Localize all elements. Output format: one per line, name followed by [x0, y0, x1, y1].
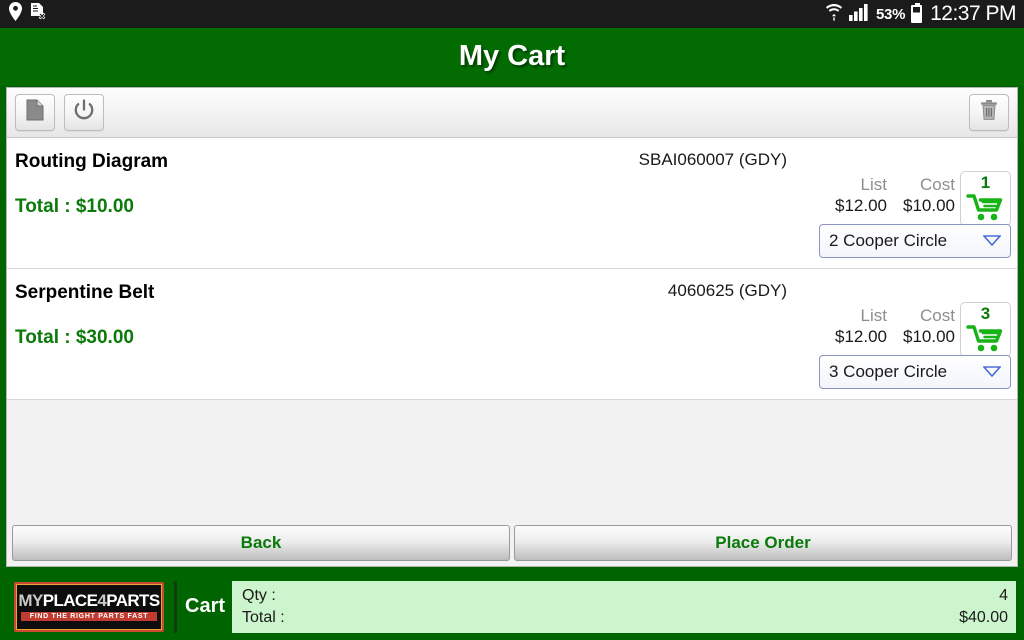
- document-button[interactable]: [15, 94, 55, 131]
- status-bar-clock: 12:37 PM: [930, 2, 1016, 25]
- myplace4parts-logo: MYPLACE4PARTS FIND THE RIGHT PARTS FAST: [14, 581, 164, 632]
- cart-toolbar: [7, 88, 1017, 138]
- shopping-cart-icon: [965, 191, 1006, 228]
- item-location-select[interactable]: 2 Cooper Circle: [819, 224, 1011, 258]
- list-price-value: $12.00: [835, 326, 887, 346]
- status-bar-right-icons: 53% 12:37 PM: [825, 2, 1016, 26]
- logo-wordmark: MYPLACE4PARTS: [18, 590, 160, 610]
- location-pin-icon: [8, 2, 23, 26]
- logo-text-my: MY: [18, 590, 43, 610]
- cart-item-row[interactable]: Routing Diagram Total : $10.00 SBAI06000…: [7, 138, 1017, 269]
- delete-cart-button[interactable]: [969, 94, 1009, 131]
- battery-percent-label: 53%: [875, 5, 906, 23]
- item-total: Total : $30.00: [15, 327, 134, 348]
- logo-text-place: PLACE: [42, 590, 98, 610]
- item-part-number: 4060625 (GDY): [667, 281, 787, 300]
- item-qty-value: 1: [980, 173, 991, 192]
- app-screen: 53% 12:37 PM My Cart Routing Diagram Tot…: [0, 0, 1024, 640]
- price-labels: List Cost: [819, 176, 955, 194]
- logo-tagline: FIND THE RIGHT PARTS FAST: [21, 611, 157, 622]
- footer-total-row: Total : $40.00: [242, 607, 1008, 629]
- price-values: $12.00 $10.00: [819, 326, 955, 346]
- document-x-icon: [30, 2, 47, 26]
- place-order-button[interactable]: Place Order: [514, 525, 1012, 561]
- document-icon: [26, 99, 44, 126]
- item-total: Total : $10.00: [15, 196, 134, 217]
- item-qty-value: 3: [980, 304, 991, 323]
- cost-price-value: $10.00: [903, 195, 955, 215]
- item-price-block: List Cost $12.00 $10.00: [819, 176, 955, 215]
- power-icon: [73, 99, 95, 126]
- chevron-down-icon: [982, 231, 1002, 251]
- page-title: My Cart: [458, 40, 566, 72]
- chevron-down-icon: [982, 362, 1002, 382]
- footer-qty-row: Qty : 4: [242, 585, 1008, 607]
- logo-text-parts: PARTS: [106, 590, 160, 610]
- list-price-value: $12.00: [835, 195, 887, 215]
- signal-bars-icon: [848, 3, 870, 26]
- footer-divider: [174, 580, 177, 633]
- android-status-bar: 53% 12:37 PM: [0, 0, 1024, 28]
- item-part-number: SBAI060007 (GDY): [638, 150, 787, 169]
- footer-qty-value: 4: [999, 586, 1008, 604]
- item-qty-cart-button[interactable]: 1: [960, 171, 1011, 226]
- cart-action-bar: Back Place Order: [7, 522, 1017, 566]
- footer-qty-label: Qty :: [242, 586, 276, 604]
- list-price-label: List: [860, 175, 887, 194]
- trash-icon: [980, 99, 998, 126]
- cart-summary-footer: MYPLACE4PARTS FIND THE RIGHT PARTS FAST …: [0, 575, 1024, 640]
- item-location-value: 3 Cooper Circle: [829, 362, 948, 381]
- wifi-icon: [825, 2, 843, 26]
- footer-cart-label: Cart: [185, 595, 226, 617]
- logo-text-four: 4: [97, 590, 107, 610]
- status-bar-left-icons: [8, 2, 47, 26]
- cart-panel: Routing Diagram Total : $10.00 SBAI06000…: [6, 87, 1018, 567]
- cost-price-label: Cost: [920, 175, 955, 194]
- power-button[interactable]: [64, 94, 104, 131]
- price-values: $12.00 $10.00: [819, 195, 955, 215]
- cart-item-list: Routing Diagram Total : $10.00 SBAI06000…: [7, 138, 1017, 522]
- app-title-bar: My Cart: [0, 28, 1024, 85]
- item-location-value: 2 Cooper Circle: [829, 231, 948, 250]
- footer-total-label: Total :: [242, 608, 285, 626]
- list-price-label: List: [860, 306, 887, 325]
- footer-total-value: $40.00: [959, 608, 1008, 626]
- shopping-cart-icon: [965, 322, 1006, 359]
- item-qty-cart-button[interactable]: 3: [960, 302, 1011, 357]
- cost-price-value: $10.00: [903, 326, 955, 346]
- price-labels: List Cost: [819, 307, 955, 325]
- footer-totals-box: Qty : 4 Total : $40.00: [232, 580, 1016, 633]
- battery-icon: [911, 3, 923, 23]
- cost-price-label: Cost: [920, 306, 955, 325]
- back-button[interactable]: Back: [12, 525, 510, 561]
- item-location-select[interactable]: 3 Cooper Circle: [819, 355, 1011, 389]
- cart-item-row[interactable]: Serpentine Belt Total : $30.00 4060625 (…: [7, 269, 1017, 400]
- item-price-block: List Cost $12.00 $10.00: [819, 307, 955, 346]
